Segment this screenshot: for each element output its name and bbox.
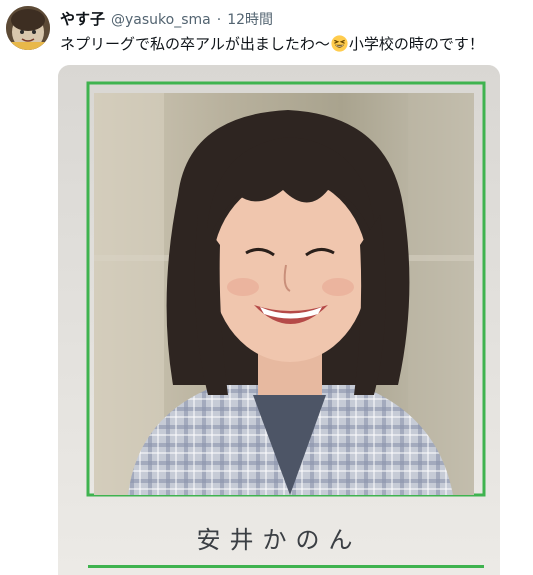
tweet[interactable]: やす子 @yasuko_sma · 12時間 ネプリーグで私の卒アルが出ましたわ… — [0, 0, 533, 575]
display-name[interactable]: やす子 — [60, 8, 105, 29]
tweet-text: ネプリーグで私の卒アルが出ましたわ〜 小学校の時のです！ — [60, 34, 525, 54]
avatar[interactable] — [6, 6, 50, 50]
student-name-caption: 安井かのん — [196, 526, 362, 554]
grinning-squinting-face-icon — [331, 35, 348, 52]
timestamp[interactable]: 12時間 — [227, 9, 273, 29]
separator-dot: · — [216, 12, 222, 28]
tweet-photo[interactable]: 安井かのん — [58, 65, 500, 575]
tweet-header: やす子 @yasuko_sma · 12時間 — [60, 8, 523, 30]
user-handle[interactable]: @yasuko_sma — [111, 12, 211, 28]
avatar-image — [6, 6, 50, 50]
tweet-text-part-1: ネプリーグで私の卒アルが出ましたわ〜 — [60, 35, 330, 53]
tweet-text-part-2: 小学校の時のです！ — [348, 35, 484, 53]
yearbook-page-image — [58, 65, 500, 575]
